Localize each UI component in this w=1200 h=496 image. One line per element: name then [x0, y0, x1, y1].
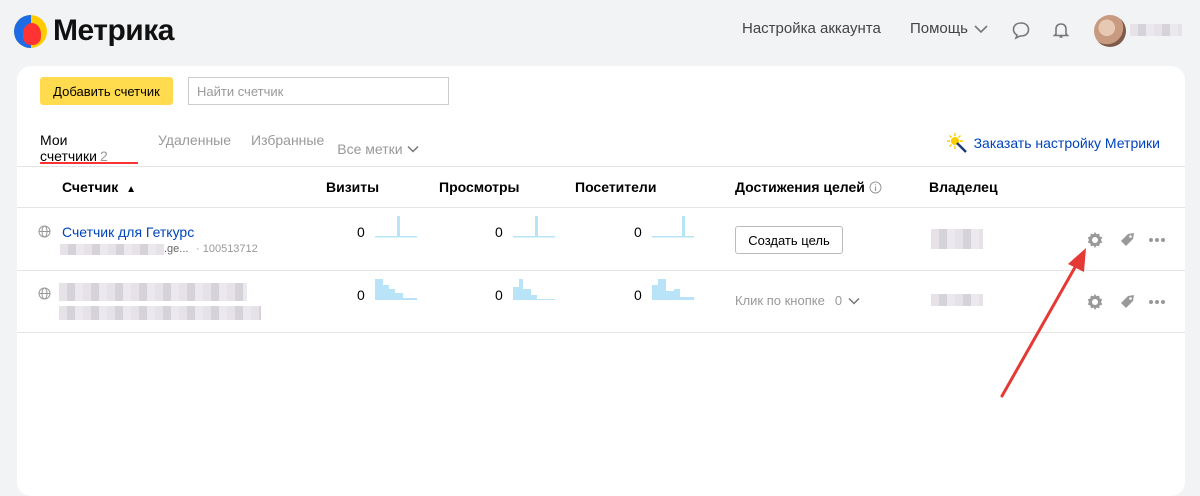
counter-name-link[interactable]: Счетчик для Геткурс — [62, 224, 194, 240]
visits-sparkline — [375, 279, 417, 300]
visitors-sparkline — [652, 279, 694, 300]
account-settings-link[interactable]: Настройка аккаунта — [742, 20, 881, 37]
views-sparkline — [513, 216, 555, 238]
username-obscured[interactable] — [1130, 24, 1182, 36]
goal-value: 0 — [834, 293, 843, 308]
globe-icon — [38, 225, 51, 238]
top-header: Метрика Настройка аккаунта Помощь — [0, 0, 1200, 62]
tab-my-counters-count: 2 — [99, 148, 108, 164]
create-goal-button[interactable]: Создать цель — [735, 226, 843, 254]
user-avatar[interactable] — [1094, 15, 1126, 47]
column-views[interactable]: Просмотры — [439, 179, 520, 195]
counter-domain-suffix: .ge... — [164, 243, 189, 255]
tab-deleted[interactable]: Удаленные — [158, 132, 231, 166]
column-counter-label: Счетчик — [62, 179, 119, 195]
globe-icon — [38, 287, 51, 300]
help-menu[interactable]: Помощь — [910, 20, 988, 37]
column-owner[interactable]: Владелец — [929, 179, 998, 195]
header-divider — [17, 207, 1185, 208]
tab-my-counters-label: Мои счетчики — [40, 132, 97, 164]
column-visitors[interactable]: Посетители — [575, 179, 656, 195]
goal-name: Клик по кнопке — [735, 293, 825, 308]
views-value: 0 — [495, 287, 503, 303]
owner-obscured — [931, 294, 983, 306]
visitors-value: 0 — [634, 287, 642, 303]
tags-dropdown-label: Все метки — [337, 141, 403, 157]
column-visits[interactable]: Визиты — [326, 179, 379, 195]
tab-my-counters[interactable]: Мои счетчики 2 — [40, 132, 138, 164]
order-setup-label: Заказать настройку Метрики — [973, 135, 1160, 151]
column-goals[interactable]: Достижения целей — [735, 179, 882, 195]
tab-favorites[interactable]: Избранные — [251, 132, 324, 166]
sort-asc-icon: ▲ — [126, 184, 137, 195]
goal-dropdown[interactable]: Клик по кнопке 0 — [735, 293, 860, 308]
metrika-logo[interactable]: Метрика — [14, 14, 174, 48]
help-label: Помощь — [910, 20, 968, 37]
counter-domain-obscured — [60, 244, 164, 255]
bell-icon[interactable] — [1051, 20, 1071, 40]
visitors-value: 0 — [634, 224, 642, 240]
visits-value: 0 — [357, 287, 365, 303]
views-sparkline — [513, 279, 555, 300]
counter-domain-obscured — [59, 306, 261, 320]
chat-icon[interactable] — [1011, 20, 1031, 40]
add-counter-button[interactable]: Добавить счетчик — [40, 77, 173, 105]
owner-obscured — [931, 229, 983, 249]
counter-tabs: Мои счетчики 2 Удаленные Избранные Все ме… — [40, 132, 439, 166]
visits-value: 0 — [357, 224, 365, 240]
brand-title: Метрика — [53, 14, 174, 47]
annotation-arrow — [1000, 248, 1086, 398]
chevron-down-icon — [848, 297, 860, 305]
more-options-icon[interactable] — [1147, 230, 1167, 250]
tabs-divider — [17, 166, 1185, 167]
visitors-sparkline — [652, 216, 694, 238]
tag-icon[interactable] — [1117, 230, 1137, 250]
metrika-logo-icon — [14, 14, 47, 48]
visits-sparkline — [375, 216, 417, 238]
counter-name-obscured[interactable] — [59, 283, 247, 301]
magic-wand-icon — [946, 133, 967, 153]
counter-id: · 100513712 — [196, 243, 258, 255]
chevron-down-icon — [974, 24, 988, 33]
tag-icon[interactable] — [1117, 292, 1137, 312]
views-value: 0 — [495, 224, 503, 240]
counter-search-input[interactable] — [188, 77, 449, 105]
tags-dropdown[interactable]: Все метки — [337, 132, 419, 166]
chevron-down-icon — [407, 145, 419, 153]
column-goals-label: Достижения целей — [735, 179, 865, 195]
more-options-icon[interactable] — [1147, 292, 1167, 312]
info-icon[interactable] — [869, 181, 882, 194]
order-setup-link[interactable]: Заказать настройку Метрики — [946, 132, 1160, 154]
column-counter[interactable]: Счетчик ▲ — [62, 179, 136, 195]
